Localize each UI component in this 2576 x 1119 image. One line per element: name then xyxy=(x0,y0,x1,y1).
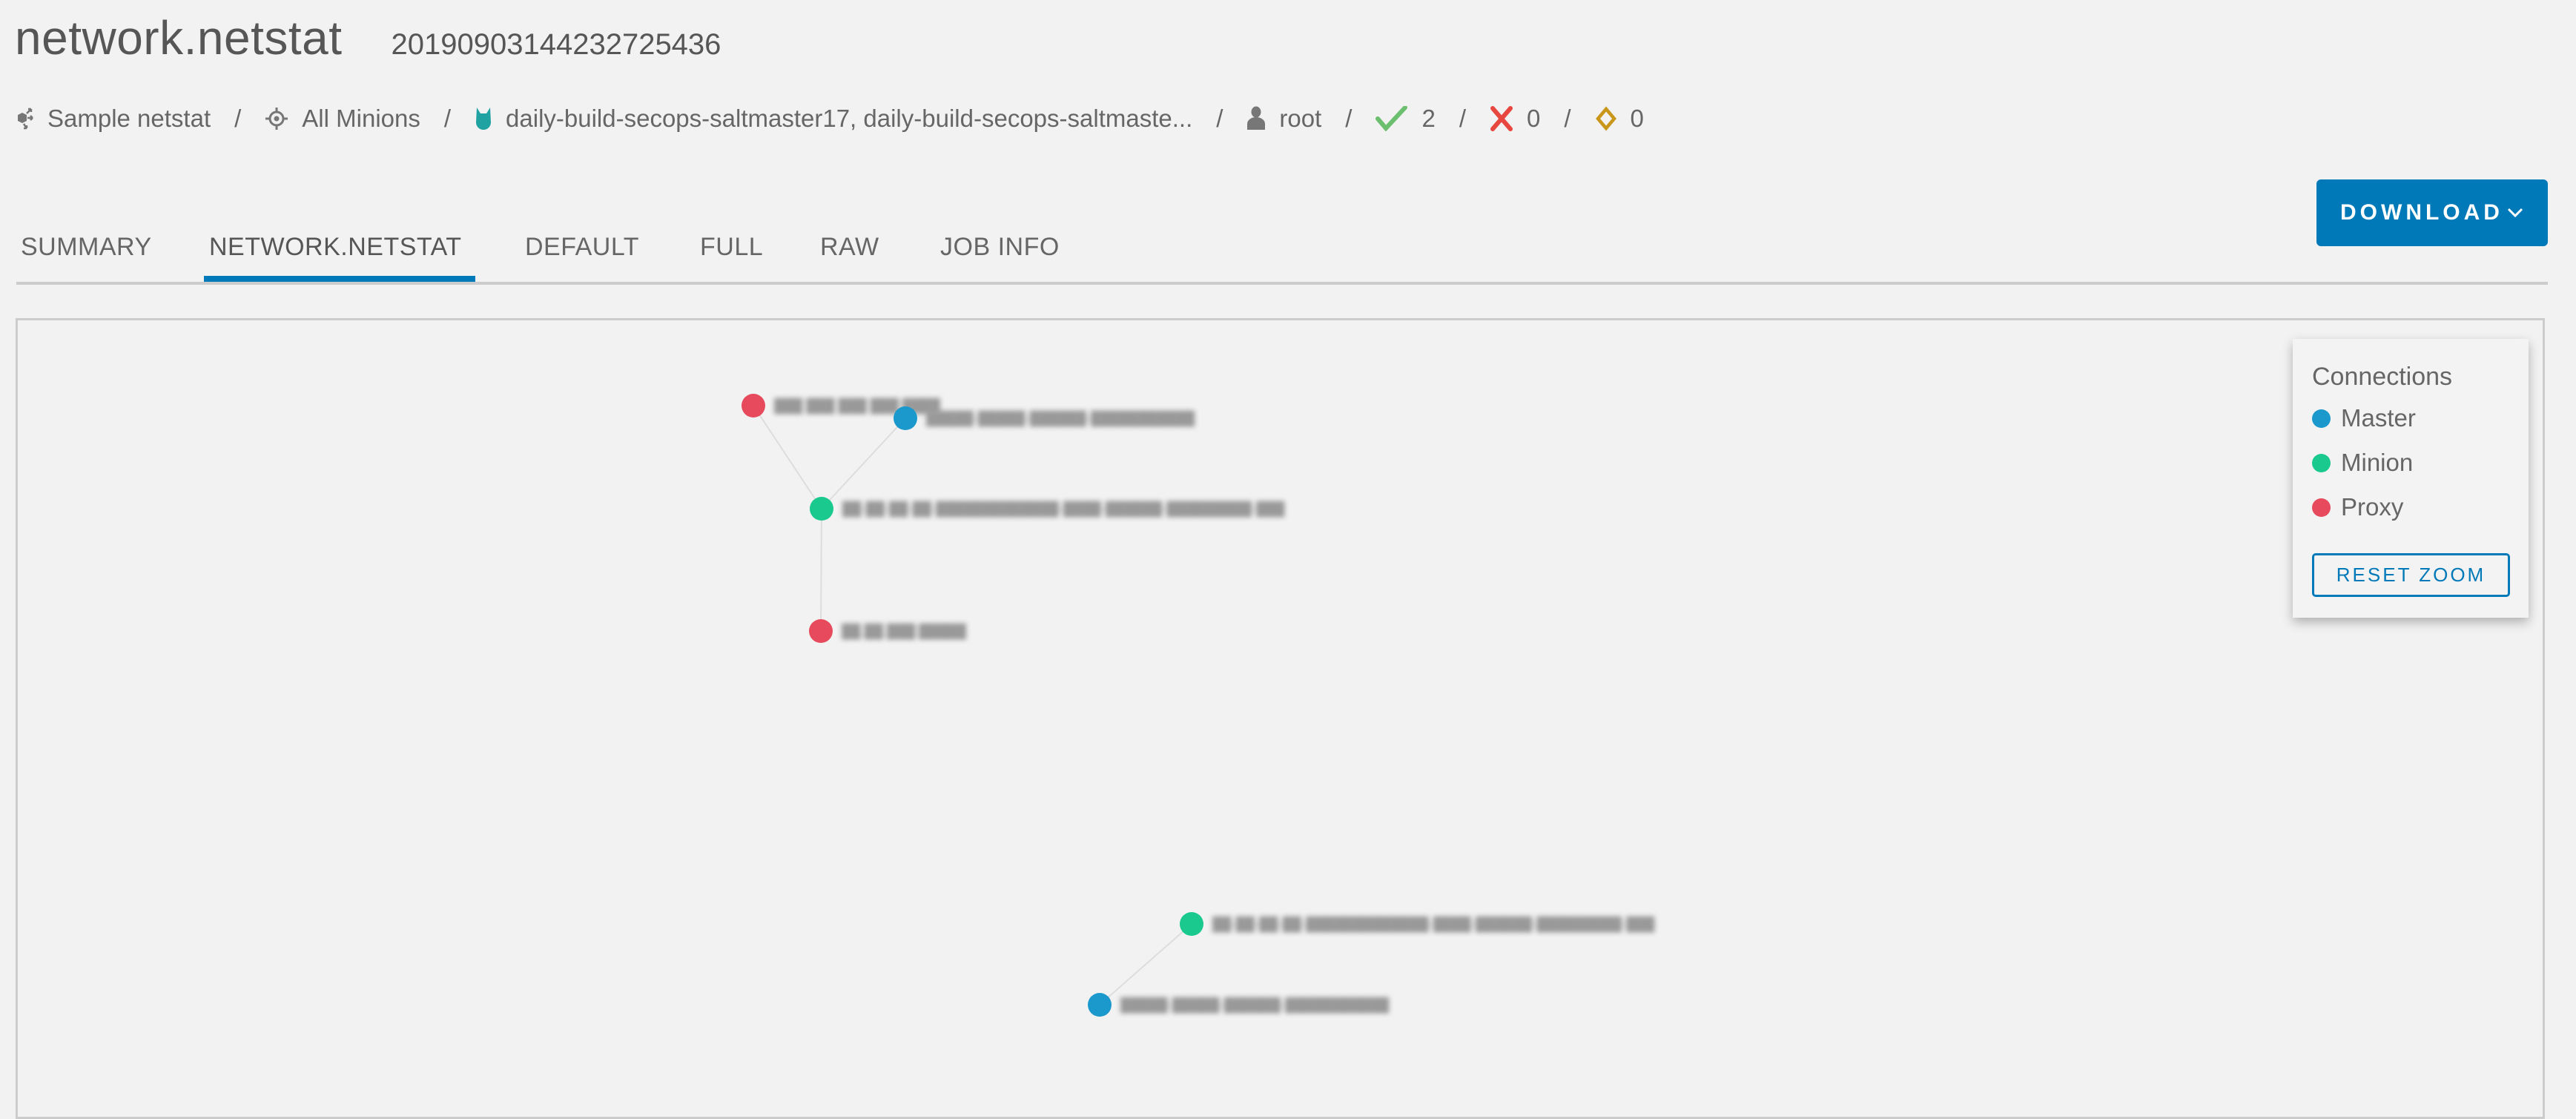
x-icon xyxy=(1490,106,1513,131)
node-circle[interactable] xyxy=(810,497,833,521)
graph-node-minion[interactable]: ██-██-██-██-█████████████-████-██████-██… xyxy=(1180,912,1655,936)
tab-raw[interactable]: RAW xyxy=(820,233,879,281)
graph-node-proxy[interactable]: ██.██.███:█████ xyxy=(809,619,966,643)
target-name: All Minions xyxy=(302,105,420,132)
minion-list: daily-build-secops-saltmaster17, daily-b… xyxy=(506,105,1193,132)
node-label: ██-██-██-██-█████████████-████-██████-██… xyxy=(1212,916,1655,933)
network-graph[interactable]: ███ ███ ███ ███:████ █████-█████-██████-█… xyxy=(16,318,2545,1119)
master-dot-icon xyxy=(2312,409,2331,428)
separator: / xyxy=(1345,105,1353,132)
tab-full[interactable]: FULL xyxy=(700,233,763,281)
tab-network-netstat[interactable]: NETWORK.NETSTAT xyxy=(209,233,462,281)
pending-count: 0 xyxy=(1630,105,1644,132)
success-count-item: 2 xyxy=(1375,105,1436,133)
node-circle[interactable] xyxy=(742,394,765,417)
separator: / xyxy=(1459,105,1466,132)
node-circle[interactable] xyxy=(894,406,917,430)
separator: / xyxy=(443,105,452,132)
tab-default[interactable]: DEFAULT xyxy=(525,233,639,281)
user-item: root xyxy=(1246,105,1321,133)
check-icon xyxy=(1375,106,1408,131)
graph-edge xyxy=(820,508,822,632)
legend-item-minion: Minion xyxy=(2312,449,2413,477)
minion-icon xyxy=(476,108,492,130)
legend-title: Connections xyxy=(2312,363,2453,391)
node-circle[interactable] xyxy=(1180,912,1203,936)
legend-label: Minion xyxy=(2341,449,2414,476)
legend-label: Proxy xyxy=(2341,493,2404,521)
edges-layer xyxy=(753,405,1192,1006)
node-label: █████-█████-██████-███████████ xyxy=(1120,997,1390,1014)
active-tab-indicator xyxy=(204,276,475,282)
minion-dot-icon xyxy=(2312,453,2331,472)
tab-job-info[interactable]: JOB INFO xyxy=(940,233,1060,281)
node-circle[interactable] xyxy=(1088,993,1112,1017)
reset-zoom-button[interactable]: RESET ZOOM xyxy=(2312,553,2510,597)
target-icon xyxy=(265,108,288,130)
graph-node-master[interactable]: █████-█████-██████-███████████ xyxy=(1088,993,1390,1017)
chevron-down-icon xyxy=(2507,208,2523,218)
minions-item[interactable]: daily-build-secops-saltmaster17, daily-b… xyxy=(475,105,1192,133)
user-name: root xyxy=(1279,105,1322,132)
job-id: 20190903144232725436 xyxy=(391,28,721,61)
node-label: ███ ███ ███ ███:████ xyxy=(774,397,940,415)
graph-edge xyxy=(753,405,822,509)
node-label: █████-█████-██████-███████████ xyxy=(926,410,1195,427)
graph-node-minion[interactable]: ██-██-██-██-█████████████-████-██████-██… xyxy=(810,497,1285,521)
success-count: 2 xyxy=(1421,105,1436,132)
legend-label: Master xyxy=(2341,404,2416,432)
failure-count-item: 0 xyxy=(1490,105,1540,133)
node-circle[interactable] xyxy=(809,619,833,643)
job-name: Sample netstat xyxy=(47,105,211,132)
diamond-icon xyxy=(1595,106,1616,131)
job-meta-breadcrumb: Sample netstat / All Minions / daily-bui… xyxy=(15,98,1644,139)
failure-count: 0 xyxy=(1527,105,1541,132)
nodes-layer: ███ ███ ███ ███:█████████-█████-██████-█… xyxy=(742,394,1655,1017)
connections-legend: Connections Master Minion Proxy RESET ZO… xyxy=(2293,339,2529,618)
tab-summary[interactable]: SUMMARY xyxy=(21,233,152,281)
node-label: ██.██.███:█████ xyxy=(842,623,966,640)
tab-bar: SUMMARY NETWORK.NETSTAT DEFAULT FULL RAW… xyxy=(16,222,2548,285)
title-row: network.netstat 20190903144232725436 xyxy=(15,10,721,65)
target-item[interactable]: All Minions xyxy=(265,105,420,133)
proxy-dot-icon xyxy=(2312,498,2331,517)
user-icon xyxy=(1247,106,1266,130)
legend-item-master: Master xyxy=(2312,404,2416,432)
separator: / xyxy=(234,105,242,132)
download-button[interactable]: DOWNLOAD xyxy=(2316,179,2548,246)
graph-edge xyxy=(1099,923,1192,1006)
graph-canvas[interactable]: ███ ███ ███ ███:█████████-█████-██████-█… xyxy=(18,320,2543,1117)
graph-edge xyxy=(821,417,906,509)
job-name-item[interactable]: Sample netstat xyxy=(15,105,211,133)
job-icon xyxy=(18,108,33,130)
download-label: DOWNLOAD xyxy=(2340,200,2503,225)
separator: / xyxy=(1216,105,1223,132)
legend-item-proxy: Proxy xyxy=(2312,493,2403,521)
page-title: network.netstat xyxy=(15,11,343,65)
pending-count-item: 0 xyxy=(1595,105,1644,133)
node-label: ██-██-██-██-█████████████-████-██████-██… xyxy=(842,501,1285,518)
separator: / xyxy=(1564,105,1571,132)
